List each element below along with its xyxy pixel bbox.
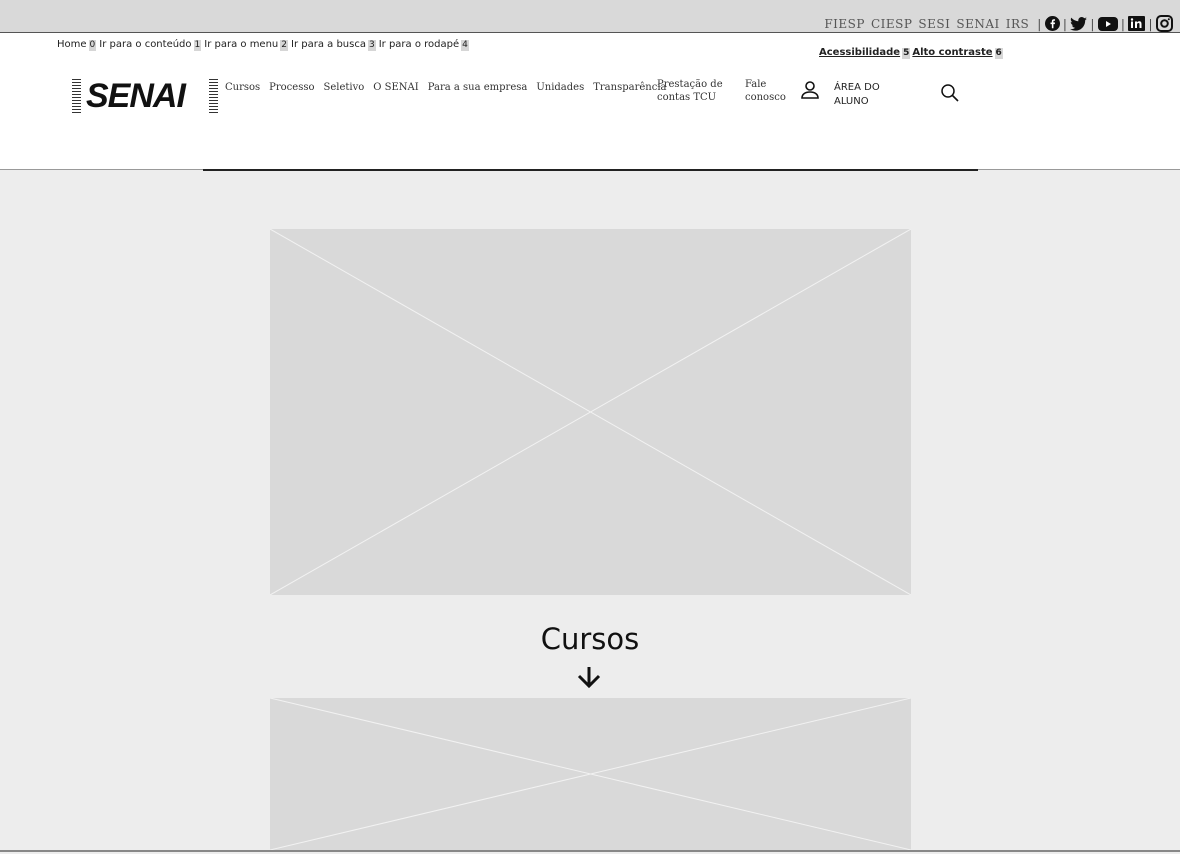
nav-item-unidades[interactable]: Unidades: [536, 82, 584, 93]
nav-item-fale-line2: conosco: [745, 92, 786, 103]
divider: |: [1062, 16, 1068, 31]
skip-link-search[interactable]: Ir para a busca 3: [291, 39, 376, 51]
section-title: Cursos: [540, 622, 640, 656]
user-icon[interactable]: [800, 80, 820, 104]
student-area-line1: ÁREA DO: [834, 82, 880, 93]
divider: |: [1037, 16, 1042, 31]
nav-item-processo[interactable]: Processo: [269, 82, 314, 93]
linkedin-icon[interactable]: [1128, 16, 1146, 31]
skip-links: Home 0 Ir para o conteúdo 1 Ir para o menu…: [57, 39, 472, 51]
org-link-ciesp[interactable]: CIESP: [871, 17, 912, 31]
twitter-icon[interactable]: [1070, 16, 1088, 31]
skip-link-menu[interactable]: Ir para o menu 2: [204, 39, 288, 51]
accessibility-links: Acessibilidade 5 Alto contraste 6: [819, 47, 1003, 59]
hero-image-placeholder: [269, 228, 912, 596]
nav-item-prestacao-line1: Prestação de: [657, 79, 723, 90]
senai-logo[interactable]: SENAI: [72, 78, 218, 114]
org-link-senai[interactable]: SENAI: [956, 17, 999, 31]
nav-item-empresa[interactable]: Para a sua empresa: [428, 82, 528, 93]
nav-item-fale-conosco[interactable]: Fale conosco: [745, 78, 786, 104]
facebook-icon[interactable]: [1044, 16, 1060, 31]
skip-link-content[interactable]: Ir para o conteúdo 1: [99, 39, 202, 51]
nav-item-transparencia[interactable]: Transparência: [593, 82, 666, 93]
course-image-placeholder: [269, 697, 912, 851]
main-nav: Cursos Processo Seletivo O SENAI Para a …: [225, 82, 666, 93]
divider: |: [1120, 16, 1126, 31]
divider: |: [1090, 16, 1095, 31]
divider: |: [1148, 16, 1153, 31]
header-accent-line: [203, 169, 978, 171]
federation-links: FIESP CIESP SESI SENAI IRS | | | | |: [824, 15, 1174, 32]
nav-item-prestacao-line2: contas TCU: [657, 92, 717, 103]
nav-item-fale-line1: Fale: [745, 79, 767, 90]
student-area-line2: ALUNO: [834, 96, 869, 107]
top-bar: FIESP CIESP SESI SENAI IRS | | | | |: [0, 0, 1180, 33]
nav-item-o-senai[interactable]: O SENAI: [373, 82, 418, 93]
search-icon[interactable]: [940, 83, 960, 107]
site-header: Home 0 Ir para o conteúdo 1 Ir para o menu…: [0, 33, 1180, 171]
skip-link-home[interactable]: Home 0: [57, 39, 97, 51]
youtube-icon[interactable]: [1097, 16, 1118, 31]
org-link-irs[interactable]: IRS: [1006, 17, 1030, 31]
nav-item-seletivo[interactable]: Seletivo: [324, 82, 365, 93]
instagram-icon[interactable]: [1156, 15, 1173, 32]
org-link-sesi[interactable]: SESI: [918, 17, 950, 31]
accessibility-link[interactable]: Acessibilidade 5: [819, 47, 911, 59]
nav-item-prestacao[interactable]: Prestação de contas TCU: [657, 78, 723, 104]
student-area-link[interactable]: ÁREA DO ALUNO: [834, 81, 880, 109]
arrow-down-icon[interactable]: [576, 665, 602, 693]
org-link-fiesp[interactable]: FIESP: [824, 17, 865, 31]
logo-stripes: [209, 79, 218, 113]
nav-item-cursos[interactable]: Cursos: [225, 82, 260, 93]
skip-link-footer[interactable]: Ir para o rodapé 4: [379, 39, 469, 51]
high-contrast-link[interactable]: Alto contraste 6: [912, 47, 1003, 59]
logo-stripes: [72, 79, 81, 113]
logo-text: SENAI: [86, 77, 186, 115]
